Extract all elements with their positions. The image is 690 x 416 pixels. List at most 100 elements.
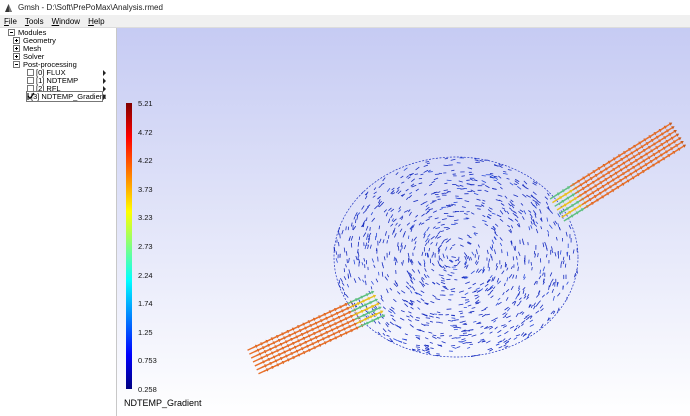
expand-icon[interactable] [13, 37, 20, 44]
vector-arrow [464, 292, 469, 295]
vector-arrow [431, 254, 433, 258]
view-visibility-checkbox[interactable] [27, 85, 34, 92]
vector-arrow [513, 194, 519, 198]
scale-tick-label: 3.23 [138, 213, 153, 223]
view-item-ndtemp-gradient[interactable]: [3] NDTEMP_Gradient [26, 91, 106, 102]
collapse-icon[interactable] [13, 61, 20, 68]
vector-arrow [472, 282, 477, 286]
sphere-vector-arrows [333, 156, 579, 358]
view-options-arrow-icon[interactable] [103, 94, 106, 100]
vector-arrow [530, 216, 533, 221]
vector-arrow [380, 294, 383, 299]
vector-arrow [357, 251, 360, 257]
menu-tools[interactable]: Tools [25, 17, 44, 26]
vector-arrow [411, 184, 417, 188]
vector-arrow [450, 290, 456, 293]
vector-arrow [546, 291, 549, 295]
vector-arrow [471, 307, 476, 309]
vector-arrow [499, 237, 503, 241]
view-visibility-checkbox[interactable] [27, 77, 34, 84]
view-visibility-checkbox[interactable] [27, 69, 34, 76]
vector-arrow [480, 288, 484, 291]
vector-arrow [508, 203, 512, 207]
vector-arrow [502, 338, 506, 342]
vector-arrow [510, 225, 514, 229]
vector-arrow [540, 226, 543, 230]
vector-arrow [447, 274, 453, 277]
vector-arrow [435, 316, 440, 319]
expand-icon[interactable] [13, 45, 20, 52]
vector-arrow [353, 216, 356, 220]
vector-arrow [533, 305, 536, 310]
vector-arrow [448, 335, 453, 337]
vector-arrow [568, 225, 572, 230]
vector-arrow [539, 269, 541, 274]
vector-arrow [428, 208, 433, 211]
vector-arrow [503, 209, 507, 213]
menu-help[interactable]: Help [88, 17, 104, 26]
vector-arrow [467, 347, 471, 349]
vector-arrow [467, 304, 472, 307]
vector-arrow [533, 222, 538, 227]
vector-field-plot[interactable] [117, 28, 690, 416]
vector-arrow [530, 304, 533, 309]
vector-arrow [353, 259, 356, 265]
vector-arrow [485, 185, 490, 189]
vector-arrow [523, 274, 525, 279]
vector-arrow [516, 303, 521, 307]
vector-arrow [494, 317, 498, 320]
expand-icon[interactable] [13, 53, 20, 60]
vector-arrow [338, 279, 341, 284]
vector-arrow [450, 272, 455, 274]
vector-arrow [489, 173, 494, 177]
view-visibility-checkbox[interactable] [27, 92, 35, 100]
vector-arrow [547, 205, 550, 210]
vector-arrow [425, 317, 431, 319]
vector-arrow [534, 253, 537, 258]
vector-arrow [499, 242, 503, 247]
graphics-viewport[interactable]: 5.21 4.72 4.22 3.73 3.23 2.73 2.24 1.74 … [117, 28, 690, 416]
vector-arrow [508, 337, 512, 341]
vector-arrow [574, 273, 576, 278]
vector-arrow [358, 276, 361, 281]
vector-arrow [409, 290, 413, 294]
vector-arrow [382, 306, 386, 310]
vector-arrow [413, 236, 417, 241]
vector-arrow [426, 162, 431, 165]
vector-arrow [423, 164, 429, 167]
vector-arrow [545, 253, 548, 258]
vector-arrow [382, 177, 386, 182]
menu-file[interactable]: File [4, 17, 17, 26]
vector-arrow [521, 323, 524, 327]
vector-arrow [410, 178, 415, 183]
vector-arrow [458, 237, 463, 240]
vector-arrow [467, 255, 471, 261]
vector-arrow [502, 325, 508, 328]
vector-arrow [401, 290, 406, 294]
vector-arrow [515, 275, 517, 279]
vector-arrow [421, 213, 425, 217]
vector-arrow [462, 342, 468, 344]
vector-arrow [402, 260, 404, 264]
vector-arrow [494, 223, 499, 227]
menu-window[interactable]: Window [52, 17, 80, 26]
vector-arrow [417, 269, 421, 274]
vector-arrow [399, 317, 405, 321]
vector-arrow [402, 338, 407, 341]
vector-arrow [335, 258, 338, 263]
vector-arrow [512, 274, 515, 279]
vector-arrow [459, 184, 464, 187]
vector-arrow [398, 206, 402, 210]
vector-arrow [441, 192, 446, 195]
vector-arrow [422, 201, 428, 204]
collapse-icon[interactable] [8, 29, 15, 36]
vector-arrow [490, 253, 492, 258]
vector-arrow [480, 332, 484, 335]
vector-arrow [430, 347, 434, 349]
vector-arrow [392, 218, 397, 223]
vector-arrow [564, 263, 567, 268]
vector-arrow [479, 282, 485, 286]
vector-arrow [522, 193, 527, 198]
vector-arrow [437, 260, 440, 265]
vector-arrow [379, 200, 383, 204]
